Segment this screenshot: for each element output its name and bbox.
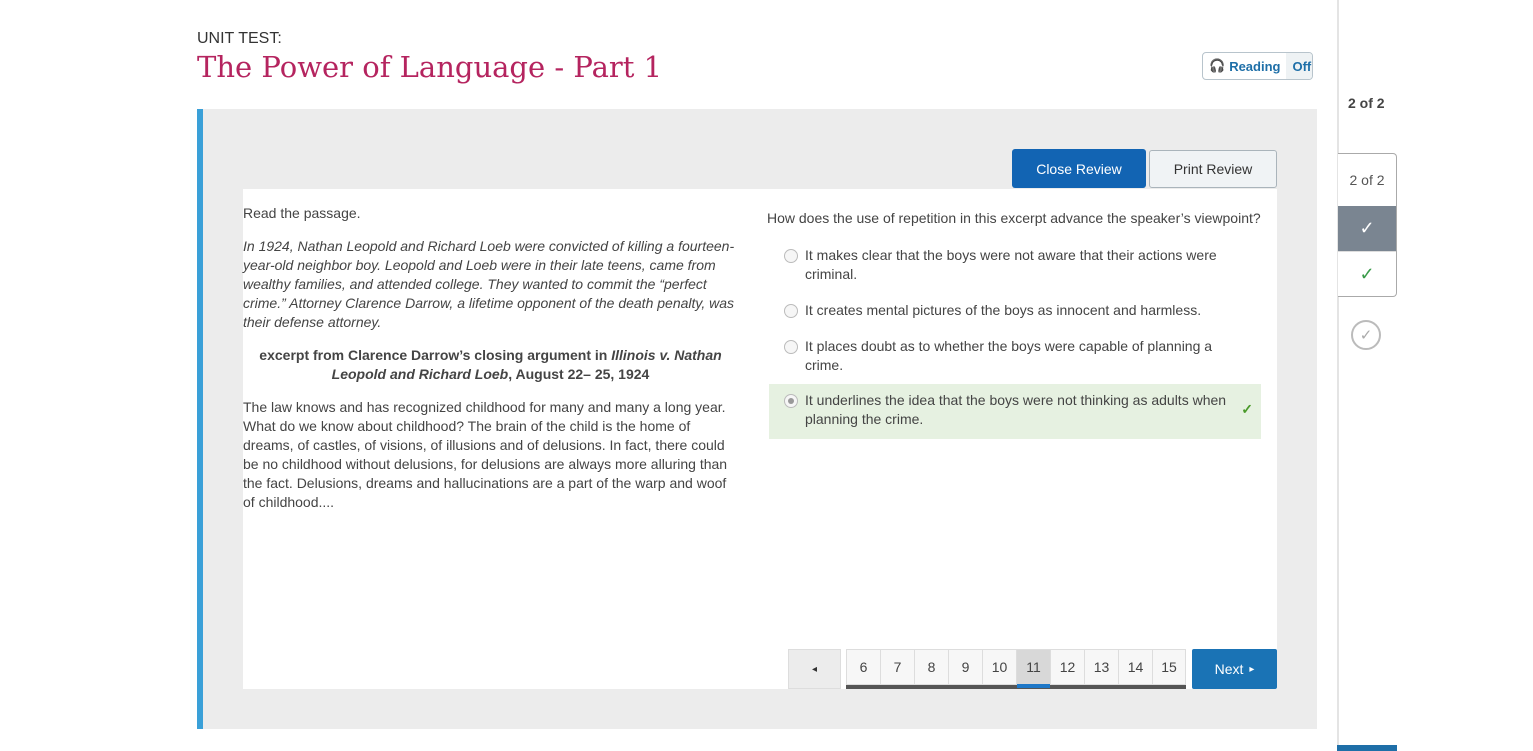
page-11-current[interactable]: 11 [1016,649,1050,688]
print-review-button[interactable]: Print Review [1149,150,1277,188]
page-10[interactable]: 10 [982,649,1016,685]
page-list: 6 7 8 9 10 11 12 13 14 15 [846,649,1186,689]
page-title: The Power of Language - Part 1 [197,50,663,84]
answer-option[interactable]: It places doubt as to whether the boys w… [769,330,1261,383]
radio-button[interactable] [784,249,798,263]
headphones-icon: 🎧 [1209,58,1226,73]
question-text: How does the use of repetition in this e… [767,210,1261,226]
question-1-check-icon[interactable]: ✓ [1338,206,1396,251]
unit-label: UNIT TEST: [197,30,282,47]
option-label: It creates mental pictures of the boys a… [805,302,1202,318]
question-nav-count: 2 of 2 [1349,172,1385,188]
page-12[interactable]: 12 [1050,649,1084,685]
passage-body: The law knows and has recognized childho… [243,399,728,510]
sidebar-bottom-bar [1337,745,1397,751]
next-button[interactable]: Next ▸ [1192,649,1277,689]
question-2-check-icon[interactable]: ✓ [1338,251,1396,296]
close-review-button[interactable]: Close Review [1012,149,1146,188]
page-7[interactable]: 7 [880,649,914,685]
option-label: It makes clear that the boys were not aw… [805,247,1217,282]
previous-button[interactable]: ◂ [788,649,841,689]
radio-button[interactable] [784,304,798,318]
page-15[interactable]: 15 [1152,649,1186,685]
question-nav: 2 of 2 ✓ ✓ [1338,153,1397,297]
answer-option-selected[interactable]: It underlines the idea that the boys wer… [769,384,1261,439]
page-14[interactable]: 14 [1118,649,1152,685]
answer-option[interactable]: It makes clear that the boys were not aw… [769,239,1261,292]
radio-button[interactable] [784,340,798,354]
option-label: It underlines the idea that the boys wer… [805,392,1227,427]
next-arrow-icon: ▸ [1249,663,1255,675]
excerpt-date: , August 22– 25, 1924 [508,366,650,382]
passage-instruction: Read the passage. [243,205,361,221]
option-label: It places doubt as to whether the boys w… [805,338,1213,373]
excerpt-prefix: excerpt from Clarence Darrow’s closing a… [259,347,612,363]
correct-check-icon: ✓ [1241,401,1253,417]
passage-intro: In 1924, Nathan Leopold and Richard Loeb… [243,238,735,330]
page-9[interactable]: 9 [948,649,982,685]
reading-label: Reading [1229,58,1281,74]
reading-state: Off [1286,53,1312,79]
sidebar-divider [1337,0,1339,751]
reading-toggle[interactable]: 🎧 Reading Off [1202,52,1313,80]
question-count: 2 of 2 [1348,95,1385,111]
page-8[interactable]: 8 [914,649,948,685]
radio-button[interactable] [784,394,798,408]
submit-check-icon[interactable]: ✓ [1351,320,1381,350]
answer-option[interactable]: It creates mental pictures of the boys a… [769,294,1261,328]
excerpt-heading: excerpt from Clarence Darrow’s closing a… [243,346,738,384]
page-6[interactable]: 6 [846,649,880,685]
page-13[interactable]: 13 [1084,649,1118,685]
next-label: Next [1214,661,1244,677]
